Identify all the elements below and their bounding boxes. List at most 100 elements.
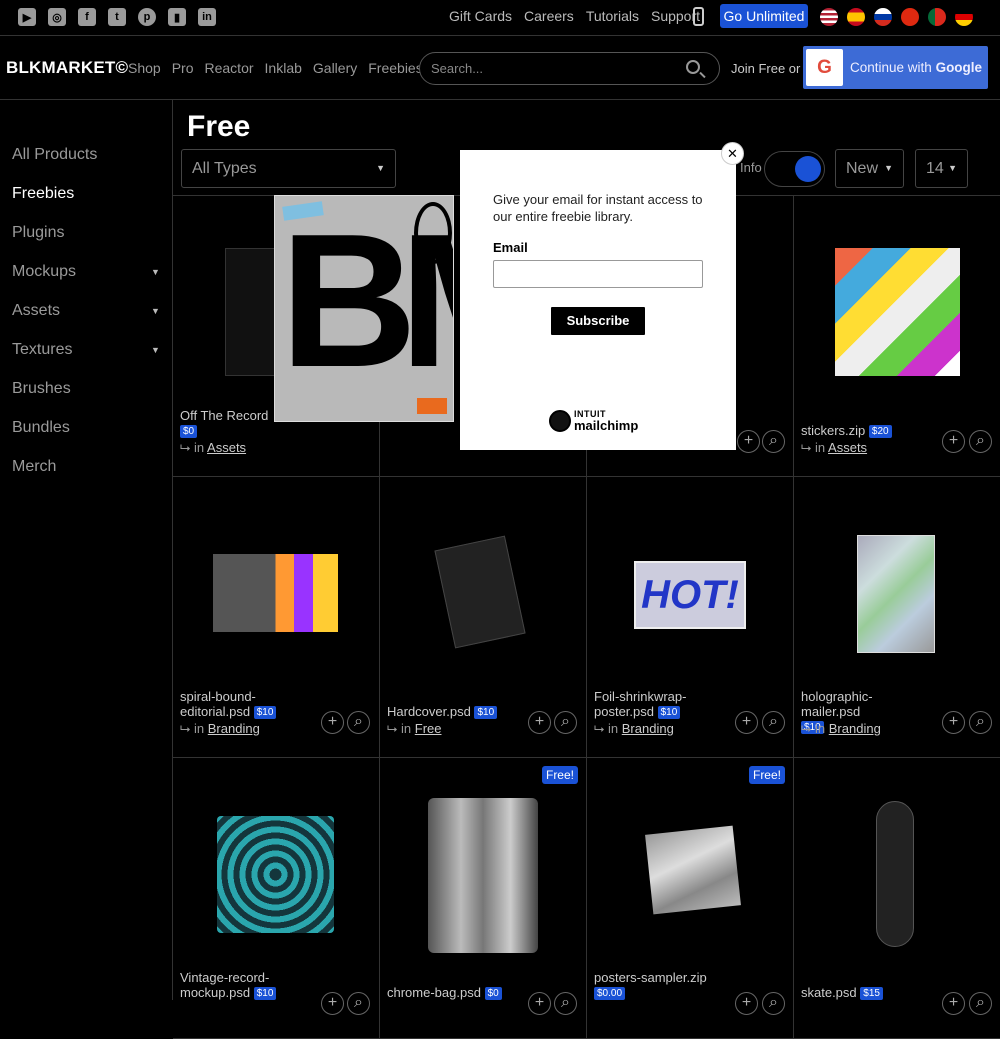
product-name-text[interactable]: stickers.zip <box>801 423 865 438</box>
category-link[interactable]: Free <box>415 721 442 736</box>
email-field[interactable] <box>493 260 703 288</box>
go-unlimited-button[interactable]: Go Unlimited <box>720 4 808 28</box>
product-card[interactable]: Vintage-record-mockup.psd $10 + ⌕ <box>173 758 380 1039</box>
zoom-icon[interactable]: ⌕ <box>969 711 992 734</box>
sidebar-item-bundles[interactable]: Bundles <box>12 419 70 437</box>
nav-freebies[interactable]: Freebies <box>368 60 422 76</box>
youtube-icon[interactable]: ▶ <box>18 8 36 26</box>
pinterest-icon[interactable]: p <box>138 8 156 26</box>
product-image[interactable] <box>876 801 914 947</box>
category-link[interactable]: Assets <box>828 440 867 455</box>
product-name[interactable]: skate.psd $15 <box>801 985 921 1001</box>
close-icon[interactable]: ✕ <box>721 142 744 165</box>
product-name[interactable]: Foil-shrinkwrap-poster.psd $10 <box>594 689 714 720</box>
ru-flag-icon[interactable] <box>874 8 892 26</box>
zoom-icon[interactable]: ⌕ <box>969 992 992 1015</box>
product-card[interactable]: spiral-bound-editorial.psd $10 ⮡ in Bran… <box>173 477 380 758</box>
caret-down-icon[interactable]: ▼ <box>151 345 160 355</box>
zoom-icon[interactable]: ⌕ <box>762 711 785 734</box>
linkedin-icon[interactable]: in <box>198 8 216 26</box>
sidebar-item-freebies[interactable]: Freebies <box>12 185 74 203</box>
category-link[interactable]: Branding <box>622 721 674 736</box>
product-image[interactable] <box>835 248 960 376</box>
sidebar-item-all-products[interactable]: All Products <box>12 146 97 164</box>
add-to-cart-icon[interactable]: + <box>737 430 760 453</box>
product-name-text[interactable]: posters-sampler.zip <box>594 970 707 985</box>
zoom-icon[interactable]: ⌕ <box>347 992 370 1015</box>
twitter-icon[interactable]: t <box>108 8 126 26</box>
add-to-cart-icon[interactable]: + <box>528 711 551 734</box>
search-icon[interactable] <box>686 60 700 74</box>
category-link[interactable]: Branding <box>829 721 881 736</box>
careers-link[interactable]: Careers <box>524 8 574 24</box>
zoom-icon[interactable]: ⌕ <box>554 711 577 734</box>
add-to-cart-icon[interactable]: + <box>735 711 758 734</box>
sidebar-item-mockups[interactable]: Mockups <box>12 263 76 281</box>
nav-reactor[interactable]: Reactor <box>205 60 254 76</box>
add-to-cart-icon[interactable]: + <box>321 992 344 1015</box>
product-name[interactable]: Hardcover.psd $10 <box>387 704 507 720</box>
add-to-cart-icon[interactable]: + <box>942 711 965 734</box>
product-image[interactable] <box>217 816 334 933</box>
product-image[interactable] <box>645 825 741 915</box>
product-name-text[interactable]: holographic-mailer.psd <box>801 689 873 719</box>
site-logo[interactable]: BLKMARKET© <box>6 58 128 78</box>
add-to-cart-icon[interactable]: + <box>321 711 344 734</box>
sidebar-item-brushes[interactable]: Brushes <box>12 380 71 398</box>
nav-gallery[interactable]: Gallery <box>313 60 357 76</box>
product-card[interactable]: skate.psd $15 + ⌕ <box>794 758 1000 1039</box>
product-name-text[interactable]: chrome-bag.psd <box>387 985 481 1000</box>
product-image[interactable] <box>428 798 538 953</box>
add-to-cart-icon[interactable]: + <box>528 992 551 1015</box>
es-flag-icon[interactable] <box>847 8 865 26</box>
product-name[interactable]: Vintage-record-mockup.psd $10 <box>180 970 300 1001</box>
product-image[interactable] <box>225 248 275 376</box>
product-image[interactable] <box>857 535 935 653</box>
subscribe-button[interactable]: Subscribe <box>551 307 645 335</box>
product-card[interactable]: Free! chrome-bag.psd $0 + ⌕ <box>380 758 587 1039</box>
sidebar-item-assets[interactable]: Assets <box>12 302 60 320</box>
zoom-icon[interactable]: ⌕ <box>347 711 370 734</box>
info-toggle[interactable] <box>764 151 825 187</box>
product-card[interactable]: holographic-mailer.psd $10 ⮡ in Branding … <box>794 477 1000 758</box>
gift-cards-link[interactable]: Gift Cards <box>449 8 512 24</box>
caret-down-icon[interactable]: ▼ <box>151 306 160 316</box>
product-image[interactable] <box>434 535 526 649</box>
product-name[interactable]: chrome-bag.psd $0 <box>387 985 507 1001</box>
product-card[interactable]: Hardcover.psd $10 ⮡ in Free + ⌕ <box>380 477 587 758</box>
type-filter-select[interactable]: All Types ▼ <box>181 149 396 188</box>
zoom-icon[interactable]: ⌕ <box>762 992 785 1015</box>
nav-pro[interactable]: Pro <box>172 60 194 76</box>
join-free-link[interactable]: Join Free or <box>731 61 800 76</box>
product-name-text[interactable]: Off The Record <box>180 408 268 423</box>
per-page-select[interactable]: 14 ▼ <box>915 149 968 188</box>
product-card[interactable]: Free! posters-sampler.zip $0.00 + ⌕ <box>587 758 794 1039</box>
product-name-text[interactable]: Hardcover.psd <box>387 704 471 719</box>
facebook-icon[interactable]: f <box>78 8 96 26</box>
de-flag-icon[interactable] <box>955 8 973 26</box>
tutorials-link[interactable]: Tutorials <box>586 8 639 24</box>
product-card[interactable]: HOT! Foil-shrinkwrap-poster.psd $10 ⮡ in… <box>587 477 794 758</box>
caret-down-icon[interactable]: ▼ <box>151 267 160 277</box>
category-link[interactable]: Branding <box>208 721 260 736</box>
product-image[interactable] <box>213 554 338 632</box>
product-name-text[interactable]: spiral-bound-editorial.psd <box>180 689 256 719</box>
category-link[interactable]: Assets <box>207 440 246 455</box>
sort-select[interactable]: New ▼ <box>835 149 904 188</box>
product-name[interactable]: spiral-bound-editorial.psd $10 <box>180 689 300 720</box>
product-name[interactable]: stickers.zip $20 <box>801 423 921 439</box>
instagram-icon[interactable]: ◎ <box>48 8 66 26</box>
add-to-cart-icon[interactable]: + <box>735 992 758 1015</box>
cn-flag-icon[interactable] <box>901 8 919 26</box>
google-signin-button[interactable]: G Continue with Google <box>803 46 988 89</box>
sidebar-item-textures[interactable]: Textures <box>12 341 72 359</box>
zoom-icon[interactable]: ⌕ <box>969 430 992 453</box>
us-flag-icon[interactable] <box>820 8 838 26</box>
search-input[interactable] <box>431 61 671 76</box>
pt-flag-icon[interactable] <box>928 8 946 26</box>
twitch-icon[interactable]: ▮ <box>168 8 186 26</box>
zoom-icon[interactable]: ⌕ <box>554 992 577 1015</box>
phone-icon[interactable] <box>693 7 704 26</box>
add-to-cart-icon[interactable]: + <box>942 992 965 1015</box>
product-name[interactable]: posters-sampler.zip $0.00 <box>594 970 714 1001</box>
